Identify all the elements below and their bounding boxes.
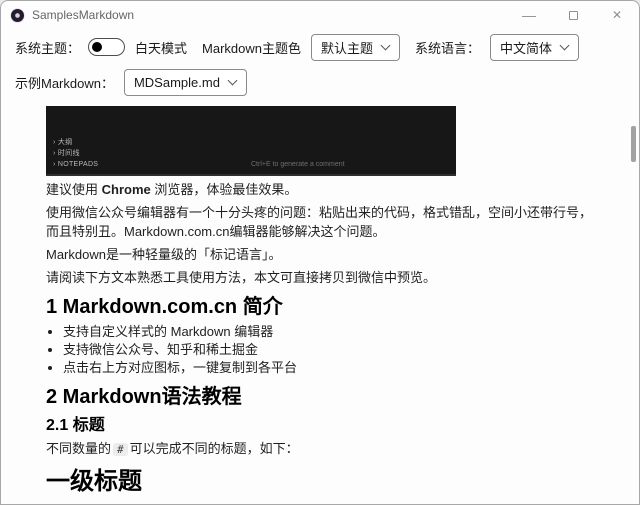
list-item: 支持微信公众号、知乎和稀土掘金 (63, 341, 601, 359)
text-run: 浏览器，体验最佳效果。 (151, 182, 298, 197)
window-controls: — ✕ (507, 1, 639, 29)
md-theme-value: 默认主题 (321, 38, 373, 57)
text-run: 建议使用 (46, 182, 102, 197)
maximize-icon (569, 11, 578, 20)
sample-md-value: MDSample.md (134, 75, 220, 90)
paragraph-hash-usage: 不同数量的#可以完成不同的标题，如下： (46, 439, 601, 459)
language-select[interactable]: 中文简体 (490, 34, 579, 61)
text-run: 不同数量的 (46, 441, 111, 456)
chevron-down-icon (381, 41, 391, 51)
editor-screenshot-image: › 大纲 › 时间线 › NOTEPADS Ctrl+E to generate… (46, 106, 456, 176)
chevron-down-icon (227, 76, 237, 86)
paragraph-markdown-def: Markdown是一种轻量级的「标记语言」。 (46, 245, 601, 264)
heading-syntax: 2 Markdown语法教程 (46, 385, 601, 409)
minimize-icon: — (522, 12, 536, 18)
app-window: SamplesMarkdown — ✕ 系统主题： 白天模式 Markdown主… (0, 0, 640, 505)
md-theme-select[interactable]: 默认主题 (311, 34, 400, 61)
screenshot-hint-text: Ctrl+E to generate a comment (251, 161, 345, 168)
list-item: 点击右上方对应图标，一键复制到各平台 (63, 359, 601, 377)
screenshot-sidebar-item: › NOTEPADS (53, 159, 98, 170)
settings-toolbar: 系统主题： 白天模式 Markdown主题色 默认主题 系统语言： 中文简体 (1, 31, 639, 63)
paragraph-read-below: 请阅读下方文本熟悉工具使用方法，本文可直接拷贝到微信中预览。 (46, 268, 601, 287)
sample-md-select[interactable]: MDSample.md (124, 69, 247, 96)
screenshot-sidebar-item: › 大纲 (53, 137, 98, 148)
theme-toggle[interactable] (88, 38, 125, 56)
theme-mode-label: 白天模式 (135, 38, 187, 57)
heading-level1-sample: 一级标题 (46, 468, 601, 496)
close-button[interactable]: ✕ (595, 1, 639, 29)
markdown-preview: › 大纲 › 时间线 › NOTEPADS Ctrl+E to generate… (1, 99, 639, 505)
titlebar: SamplesMarkdown — ✕ (1, 1, 639, 29)
md-theme-label: Markdown主题色 (202, 38, 301, 57)
sample-md-label: 示例Markdown： (15, 73, 114, 92)
system-theme-label: 系统主题： (15, 38, 80, 57)
inline-code: # (113, 443, 128, 456)
list-item: 支持自定义样式的 Markdown 编辑器 (63, 323, 601, 341)
heading-title-section: 2.1 标题 (46, 417, 601, 435)
maximize-button[interactable] (551, 1, 595, 29)
toggle-knob-icon (92, 42, 102, 52)
sample-toolbar: 示例Markdown： MDSample.md (1, 65, 639, 99)
screenshot-sidebar: › 大纲 › 时间线 › NOTEPADS (53, 137, 98, 170)
chevron-down-icon (560, 41, 570, 51)
app-logo-icon (11, 9, 24, 22)
paragraph-browser-tip: 建议使用 Chrome 浏览器，体验最佳效果。 (46, 180, 601, 199)
feature-list: 支持自定义样式的 Markdown 编辑器 支持微信公众号、知乎和稀土掘金 点击… (48, 323, 601, 377)
screenshot-sidebar-item: › 时间线 (53, 148, 98, 159)
window-title: SamplesMarkdown (32, 8, 134, 22)
text-run: 可以完成不同的标题，如下： (130, 441, 299, 456)
text-run-bold: Chrome (102, 182, 151, 197)
minimize-button[interactable]: — (507, 1, 551, 29)
close-icon: ✕ (612, 8, 622, 22)
language-value: 中文简体 (500, 38, 552, 57)
paragraph-wechat-problem: 使用微信公众号编辑器有一个十分头疼的问题：粘贴出来的代码，格式错乱，空间小还带行… (46, 203, 601, 241)
language-label: 系统语言： (415, 38, 480, 57)
heading-intro: 1 Markdown.com.cn 简介 (46, 295, 601, 319)
vertical-scrollbar[interactable] (631, 126, 636, 162)
